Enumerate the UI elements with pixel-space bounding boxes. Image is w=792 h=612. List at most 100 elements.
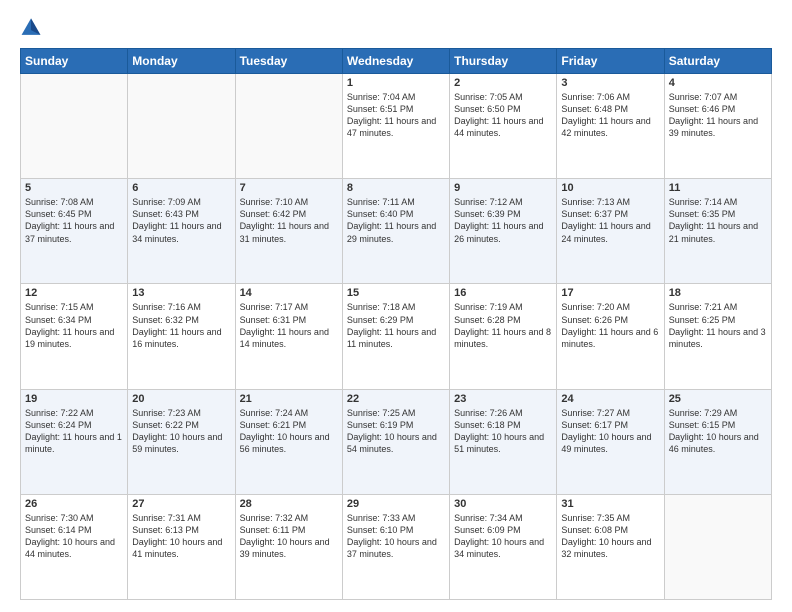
day-info: Sunrise: 7:33 AM Sunset: 6:10 PM Dayligh… [347, 512, 445, 561]
day-number: 2 [454, 77, 552, 89]
day-info: Sunrise: 7:26 AM Sunset: 6:18 PM Dayligh… [454, 407, 552, 456]
day-info: Sunrise: 7:24 AM Sunset: 6:21 PM Dayligh… [240, 407, 338, 456]
day-number: 29 [347, 498, 445, 510]
day-number: 18 [669, 287, 767, 299]
day-number: 10 [561, 182, 659, 194]
calendar-cell: 29 Sunrise: 7:33 AM Sunset: 6:10 PM Dayli… [342, 494, 449, 599]
calendar-week-row: 12 Sunrise: 7:15 AM Sunset: 6:34 PM Dayli… [21, 284, 772, 389]
calendar-cell: 12 Sunrise: 7:15 AM Sunset: 6:34 PM Dayli… [21, 284, 128, 389]
calendar-cell [235, 74, 342, 179]
day-info: Sunrise: 7:30 AM Sunset: 6:14 PM Dayligh… [25, 512, 123, 561]
day-number: 9 [454, 182, 552, 194]
day-info: Sunrise: 7:32 AM Sunset: 6:11 PM Dayligh… [240, 512, 338, 561]
day-info: Sunrise: 7:23 AM Sunset: 6:22 PM Dayligh… [132, 407, 230, 456]
calendar-cell: 18 Sunrise: 7:21 AM Sunset: 6:25 PM Dayli… [664, 284, 771, 389]
calendar-cell: 17Sunrise: 7:20 AM Sunset: 6:26 PM Dayli… [557, 284, 664, 389]
calendar-cell: 21 Sunrise: 7:24 AM Sunset: 6:21 PM Dayli… [235, 389, 342, 494]
calendar-cell: 3 Sunrise: 7:06 AM Sunset: 6:48 PM Daylig… [557, 74, 664, 179]
day-info: Sunrise: 7:12 AM Sunset: 6:39 PM Dayligh… [454, 196, 552, 245]
day-number: 31 [561, 498, 659, 510]
day-number: 16 [454, 287, 552, 299]
col-header-monday: Monday [128, 49, 235, 74]
calendar-cell: 5 Sunrise: 7:08 AM Sunset: 6:45 PM Daylig… [21, 179, 128, 284]
day-info: Sunrise: 7:08 AM Sunset: 6:45 PM Dayligh… [25, 196, 123, 245]
col-header-wednesday: Wednesday [342, 49, 449, 74]
calendar-cell: 11 Sunrise: 7:14 AM Sunset: 6:35 PM Dayli… [664, 179, 771, 284]
day-number: 8 [347, 182, 445, 194]
calendar-cell: 20 Sunrise: 7:23 AM Sunset: 6:22 PM Dayli… [128, 389, 235, 494]
calendar-week-row: 26 Sunrise: 7:30 AM Sunset: 6:14 PM Dayli… [21, 494, 772, 599]
day-info: Sunrise: 7:16 AM Sunset: 6:32 PM Dayligh… [132, 301, 230, 350]
calendar-header-row: SundayMondayTuesdayWednesdayThursdayFrid… [21, 49, 772, 74]
day-number: 1 [347, 77, 445, 89]
header [20, 16, 772, 38]
day-number: 24 [561, 393, 659, 405]
day-number: 12 [25, 287, 123, 299]
calendar-cell: 25 Sunrise: 7:29 AM Sunset: 6:15 PM Dayli… [664, 389, 771, 494]
day-info: Sunrise: 7:07 AM Sunset: 6:46 PM Dayligh… [669, 91, 767, 140]
day-number: 19 [25, 393, 123, 405]
day-info: Sunrise: 7:13 AM Sunset: 6:37 PM Dayligh… [561, 196, 659, 245]
page: SundayMondayTuesdayWednesdayThursdayFrid… [0, 0, 792, 612]
day-info: Sunrise: 7:11 AM Sunset: 6:40 PM Dayligh… [347, 196, 445, 245]
calendar-week-row: 19 Sunrise: 7:22 AM Sunset: 6:24 PM Dayli… [21, 389, 772, 494]
day-number: 4 [669, 77, 767, 89]
day-number: 27 [132, 498, 230, 510]
day-number: 15 [347, 287, 445, 299]
calendar-cell: 31 Sunrise: 7:35 AM Sunset: 6:08 PM Dayli… [557, 494, 664, 599]
calendar-table: SundayMondayTuesdayWednesdayThursdayFrid… [20, 48, 772, 600]
calendar-cell: 15 Sunrise: 7:18 AM Sunset: 6:29 PM Dayli… [342, 284, 449, 389]
calendar-cell: 19 Sunrise: 7:22 AM Sunset: 6:24 PM Dayli… [21, 389, 128, 494]
col-header-tuesday: Tuesday [235, 49, 342, 74]
day-info: Sunrise: 7:22 AM Sunset: 6:24 PM Dayligh… [25, 407, 123, 456]
calendar-cell: 24 Sunrise: 7:27 AM Sunset: 6:17 PM Dayli… [557, 389, 664, 494]
day-info: Sunrise: 7:06 AM Sunset: 6:48 PM Dayligh… [561, 91, 659, 140]
col-header-thursday: Thursday [450, 49, 557, 74]
day-info: Sunrise: 7:04 AM Sunset: 6:51 PM Dayligh… [347, 91, 445, 140]
calendar-cell: 14 Sunrise: 7:17 AM Sunset: 6:31 PM Dayli… [235, 284, 342, 389]
day-info: Sunrise: 7:17 AM Sunset: 6:31 PM Dayligh… [240, 301, 338, 350]
calendar-cell: 4 Sunrise: 7:07 AM Sunset: 6:46 PM Daylig… [664, 74, 771, 179]
day-info: Sunrise: 7:34 AM Sunset: 6:09 PM Dayligh… [454, 512, 552, 561]
calendar-cell [21, 74, 128, 179]
day-number: 7 [240, 182, 338, 194]
day-info: Sunrise: 7:21 AM Sunset: 6:25 PM Dayligh… [669, 301, 767, 350]
day-number: 20 [132, 393, 230, 405]
day-number: 21 [240, 393, 338, 405]
day-info: Sunrise: 7:35 AM Sunset: 6:08 PM Dayligh… [561, 512, 659, 561]
day-number: 25 [669, 393, 767, 405]
calendar-cell: 2 Sunrise: 7:05 AM Sunset: 6:50 PM Daylig… [450, 74, 557, 179]
day-info: Sunrise: 7:31 AM Sunset: 6:13 PM Dayligh… [132, 512, 230, 561]
day-info: Sunrise: 7:18 AM Sunset: 6:29 PM Dayligh… [347, 301, 445, 350]
logo-icon [20, 16, 42, 38]
day-number: 3 [561, 77, 659, 89]
calendar-cell: 6Sunrise: 7:09 AM Sunset: 6:43 PM Daylig… [128, 179, 235, 284]
calendar-cell: 8 Sunrise: 7:11 AM Sunset: 6:40 PM Daylig… [342, 179, 449, 284]
calendar-cell [664, 494, 771, 599]
day-info: Sunrise: 7:29 AM Sunset: 6:15 PM Dayligh… [669, 407, 767, 456]
day-number: 13 [132, 287, 230, 299]
day-number: 30 [454, 498, 552, 510]
day-number: 23 [454, 393, 552, 405]
calendar-cell: 26 Sunrise: 7:30 AM Sunset: 6:14 PM Dayli… [21, 494, 128, 599]
day-info: Sunrise: 7:10 AM Sunset: 6:42 PM Dayligh… [240, 196, 338, 245]
day-info: Sunrise: 7:05 AM Sunset: 6:50 PM Dayligh… [454, 91, 552, 140]
calendar-cell: 16Sunrise: 7:19 AM Sunset: 6:28 PM Dayli… [450, 284, 557, 389]
calendar-cell: 22Sunrise: 7:25 AM Sunset: 6:19 PM Dayli… [342, 389, 449, 494]
day-info: Sunrise: 7:25 AM Sunset: 6:19 PM Dayligh… [347, 407, 445, 456]
calendar-cell [128, 74, 235, 179]
calendar-cell: 1 Sunrise: 7:04 AM Sunset: 6:51 PM Daylig… [342, 74, 449, 179]
calendar-cell: 28Sunrise: 7:32 AM Sunset: 6:11 PM Dayli… [235, 494, 342, 599]
day-number: 14 [240, 287, 338, 299]
day-info: Sunrise: 7:27 AM Sunset: 6:17 PM Dayligh… [561, 407, 659, 456]
day-number: 5 [25, 182, 123, 194]
day-info: Sunrise: 7:15 AM Sunset: 6:34 PM Dayligh… [25, 301, 123, 350]
day-info: Sunrise: 7:14 AM Sunset: 6:35 PM Dayligh… [669, 196, 767, 245]
calendar-cell: 10 Sunrise: 7:13 AM Sunset: 6:37 PM Dayli… [557, 179, 664, 284]
calendar-cell: 13 Sunrise: 7:16 AM Sunset: 6:32 PM Dayli… [128, 284, 235, 389]
day-info: Sunrise: 7:09 AM Sunset: 6:43 PM Dayligh… [132, 196, 230, 245]
col-header-saturday: Saturday [664, 49, 771, 74]
logo [20, 16, 46, 38]
day-number: 26 [25, 498, 123, 510]
day-number: 11 [669, 182, 767, 194]
